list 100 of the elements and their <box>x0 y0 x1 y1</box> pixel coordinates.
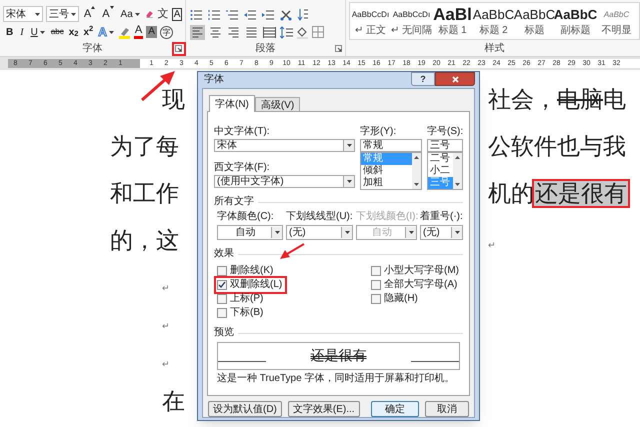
bullets-icon[interactable] <box>190 8 203 20</box>
style-item[interactable]: AaBbCcDı ↵ 无间隔 <box>391 3 432 39</box>
checkbox-label: 全部大写字母(A) <box>384 279 458 291</box>
align-icon[interactable] <box>226 24 241 40</box>
list-box[interactable]: 常规 倾斜 加粗 <box>360 152 422 190</box>
body-text: 现 <box>162 87 185 112</box>
checkbox[interactable] <box>371 294 381 304</box>
list-item[interactable]: 小二 <box>428 165 453 177</box>
style-preview: AaBbC <box>604 9 630 21</box>
arrow-annotation <box>279 243 305 260</box>
field-label: 中文字体(T): <box>214 126 271 138</box>
increase-indent-icon[interactable] <box>262 8 275 20</box>
change-case-button[interactable]: Aa <box>118 6 142 22</box>
borders-icon[interactable] <box>312 26 324 38</box>
checkbox-label: 隐藏(H) <box>384 293 418 305</box>
style-item[interactable]: AaBl 标题 1 <box>432 3 473 39</box>
dropdown[interactable]: (无) <box>420 225 463 240</box>
underline-button[interactable]: U <box>28 24 47 40</box>
decrease-indent-icon[interactable] <box>244 8 257 20</box>
sort-icon[interactable] <box>297 8 309 21</box>
dialog-launcher-icon[interactable] <box>172 42 186 56</box>
caret-icon <box>344 231 350 234</box>
paragraph-mark: ↵ <box>162 322 170 332</box>
close-button[interactable] <box>435 72 475 86</box>
caret-icon <box>40 30 45 34</box>
scrollbar-icon[interactable] <box>453 153 462 189</box>
dialog-button[interactable]: 取消 <box>425 401 469 417</box>
phonetic-guide-button[interactable]: 文 <box>156 6 170 22</box>
style-preview: AaBbCcDı <box>392 9 430 21</box>
style-item[interactable]: AaBbC 标题 2 <box>473 3 514 39</box>
dialog-title: 字体 <box>204 72 224 87</box>
dropdown[interactable]: (使用中文字体) <box>214 175 355 188</box>
strikethrough-button[interactable]: abc <box>50 26 65 38</box>
script-button[interactable]: x$_{2}$ <box>68 24 80 40</box>
dialog-button[interactable]: 确定 <box>371 401 419 417</box>
checkbox-label: 删除线(K) <box>230 265 274 277</box>
align-icon[interactable] <box>244 24 259 40</box>
body-text: 社会， <box>488 87 557 112</box>
style-name: 标题 2 <box>479 25 508 37</box>
list-item[interactable]: 加粗 <box>361 177 412 189</box>
strikethrough-text: 电脑 <box>557 87 603 112</box>
list-item[interactable]: 二号 <box>428 153 453 165</box>
dialog-button[interactable]: 文字效果(E)... <box>288 401 360 417</box>
style-item[interactable]: AaBbC 标题 <box>514 3 555 39</box>
dropdown[interactable]: 宋体 <box>214 139 355 152</box>
align-icon[interactable] <box>190 24 205 40</box>
dialog-button[interactable]: 设为默认值(D) <box>208 401 282 417</box>
scissors-icon[interactable] <box>280 8 292 20</box>
style-name: 标题 1 <box>438 25 467 37</box>
checkbox[interactable] <box>217 266 227 276</box>
tab[interactable]: 字体(N) <box>209 95 255 112</box>
highlighter-icon[interactable] <box>118 26 131 38</box>
font-color-button[interactable]: A <box>134 25 144 39</box>
style-item[interactable]: AaBbCcDı ↵ 正文 <box>350 3 391 39</box>
checkbox[interactable] <box>371 280 381 290</box>
checkbox[interactable] <box>217 308 227 318</box>
dropdown[interactable]: (无) <box>286 225 353 240</box>
paint-bucket-icon[interactable] <box>296 26 309 38</box>
body-text: 电 <box>603 87 626 112</box>
caret-icon <box>34 12 40 16</box>
script-button[interactable]: x$^{2}$ <box>82 24 94 40</box>
preview-note: 这是一种 TrueType 字体，同时适用于屏幕和打印机。 <box>216 373 456 385</box>
body-text: 机的 <box>488 181 534 206</box>
list-item[interactable]: 倾斜 <box>361 165 412 177</box>
multilevel-list-icon[interactable] <box>226 8 239 20</box>
style-preview: AaBl <box>433 5 472 24</box>
caret-icon <box>274 231 280 234</box>
bold-button[interactable]: B <box>4 24 16 40</box>
line-spacing-icon[interactable] <box>280 26 293 38</box>
font-name-dropdown[interactable]: 宋体 <box>3 6 43 22</box>
character-border-button[interactable]: A <box>172 8 182 20</box>
list-box[interactable]: 二号 小二 三号 <box>427 152 463 190</box>
checkbox[interactable] <box>217 280 227 290</box>
input-field[interactable]: 三号 <box>427 139 463 152</box>
style-name: ↵ 无间隔 <box>391 25 432 37</box>
preview-sample: 还是很有 <box>310 348 366 366</box>
character-shading-button[interactable]: A <box>146 26 157 38</box>
style-name: 副标题 <box>560 25 590 37</box>
numbering-icon[interactable] <box>208 8 221 20</box>
section-heading: 预览 <box>214 327 234 339</box>
dropdown[interactable]: 自动 <box>217 225 283 240</box>
style-item[interactable]: AaBbC 副标题 <box>555 3 596 39</box>
shrink-font-button[interactable]: A <box>100 6 116 22</box>
section-heading: 所有文字 <box>214 196 254 208</box>
checkbox[interactable] <box>371 266 381 276</box>
input-field[interactable]: 常规 <box>360 139 422 152</box>
italic-button[interactable]: I <box>18 24 26 40</box>
help-button[interactable]: ? <box>411 72 435 86</box>
grow-font-button[interactable]: A <box>82 6 98 22</box>
body-text: 的，这 <box>110 228 179 254</box>
scrollbar-icon[interactable] <box>412 153 421 189</box>
align-icon[interactable] <box>262 24 277 40</box>
tab[interactable]: 高级(V) <box>254 97 300 111</box>
checkbox[interactable] <box>217 294 227 304</box>
down-caret-icon <box>110 6 114 9</box>
caret-icon <box>346 180 352 183</box>
enclose-character-button[interactable]: 字 <box>160 26 173 38</box>
font-size-dropdown[interactable]: 三号 <box>46 6 79 22</box>
style-item[interactable]: AaBbC 不明显 <box>596 3 637 39</box>
align-icon[interactable] <box>208 24 223 40</box>
